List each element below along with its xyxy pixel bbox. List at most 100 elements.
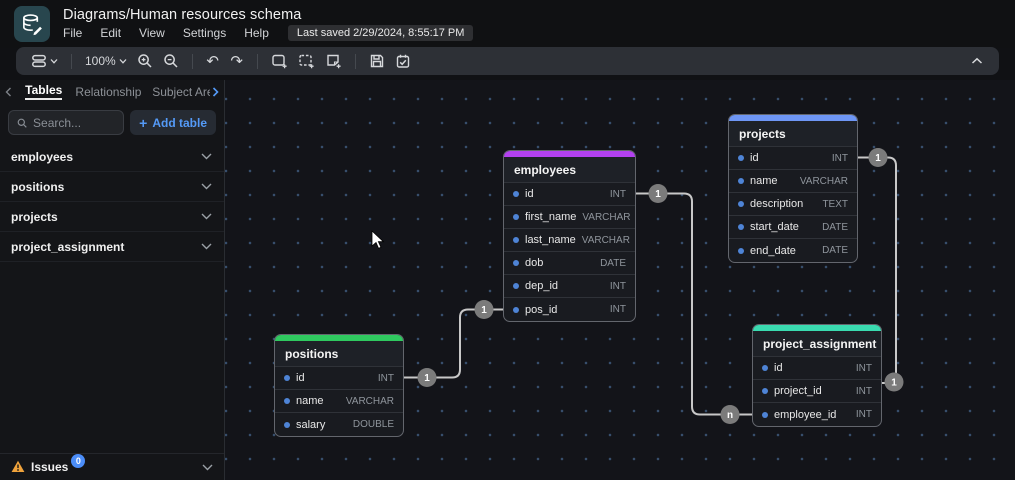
field-row-description[interactable]: description TEXT — [729, 193, 857, 216]
add-subject-area-button[interactable] — [293, 50, 320, 72]
add-note-button[interactable] — [320, 50, 347, 72]
field-name: first_name — [525, 211, 577, 223]
table-title: project_assignment — [753, 331, 881, 357]
field-name: project_id — [774, 385, 822, 397]
relationship-positions-id-to-employees-pos_id[interactable] — [403, 308, 504, 379]
sidebar-item-project-assignment[interactable]: project_assignment — [0, 232, 224, 262]
chevron-down-icon[interactable] — [201, 213, 212, 220]
field-name: id — [750, 152, 759, 164]
svg-text:1: 1 — [875, 153, 881, 164]
cardinality-label: 1 — [868, 148, 888, 167]
field-name: id — [296, 372, 305, 384]
field-dot-icon — [738, 155, 744, 161]
field-row-pos_id[interactable]: pos_id INT — [504, 298, 635, 321]
field-row-last_name[interactable]: last_name VARCHAR — [504, 229, 635, 252]
field-name: salary — [296, 418, 326, 431]
field-dot-icon — [284, 375, 290, 381]
sidebar-item-positions[interactable]: positions — [0, 172, 224, 202]
field-row-end_date[interactable]: end_date DATE — [729, 239, 857, 262]
cardinality-label: n — [720, 405, 740, 424]
field-row-name[interactable]: name VARCHAR — [275, 390, 403, 413]
svg-text:1: 1 — [424, 373, 430, 384]
chevron-down-icon[interactable] — [201, 153, 212, 160]
diagram-canvas[interactable]: 111n11 employees id INT first_name VARCHAR la… — [225, 80, 1015, 480]
table-card-employees[interactable]: employees id INT first_name VARCHAR last_name… — [503, 150, 636, 322]
save-icon — [370, 54, 383, 68]
issues-bar[interactable]: Issues 0 — [0, 453, 224, 480]
tabs-scroll-left[interactable] — [2, 80, 14, 103]
table-title: employees — [504, 157, 635, 183]
field-row-dob[interactable]: dob DATE — [504, 252, 635, 275]
field-type: VARCHAR — [581, 234, 630, 246]
field-row-id[interactable]: id INT — [729, 147, 857, 170]
table-title: projects — [729, 121, 857, 147]
menu-edit[interactable]: Edit — [91, 25, 130, 41]
table-list: employees positions projects project_ass… — [0, 142, 224, 262]
redo-button[interactable]: ↷ — [225, 50, 249, 72]
save-button[interactable] — [364, 50, 390, 72]
field-type: VARCHAR — [799, 175, 848, 187]
chevron-down-icon — [50, 59, 58, 64]
svg-text:n: n — [727, 410, 733, 421]
page-title: Diagrams/Human resources schema — [63, 7, 302, 23]
field-name: description — [750, 198, 804, 210]
field-row-project_id[interactable]: project_id INT — [753, 380, 881, 403]
field-type: INT — [855, 385, 872, 397]
svg-text:1: 1 — [481, 305, 487, 316]
search-icon — [17, 118, 27, 128]
field-dot-icon — [762, 365, 768, 371]
add-area-icon — [299, 54, 314, 68]
field-row-salary[interactable]: salary DOUBLE — [275, 413, 403, 436]
chevron-down-icon[interactable] — [202, 464, 213, 471]
field-type: INT — [609, 304, 626, 315]
field-row-first_name[interactable]: first_name VARCHAR — [504, 206, 635, 229]
search-input[interactable] — [33, 115, 116, 130]
table-card-project_assignment[interactable]: project_assignment id INT project_id INT empl… — [752, 324, 882, 427]
issues-count-badge: 0 — [71, 454, 86, 468]
toolbar-separator — [191, 53, 193, 69]
tabs-scroll-right[interactable] — [210, 80, 222, 103]
field-row-id[interactable]: id INT — [504, 183, 635, 206]
undo-button[interactable]: ↶ — [201, 50, 225, 72]
field-dot-icon — [513, 283, 519, 289]
tab-tables[interactable]: Tables — [14, 80, 64, 103]
table-card-positions[interactable]: positions id INT name VARCHAR salary DOUBLE — [274, 334, 404, 437]
field-dot-icon — [762, 388, 768, 394]
menu-view[interactable]: View — [130, 25, 174, 41]
field-row-name[interactable]: name VARCHAR — [729, 170, 857, 193]
field-name: end_date — [750, 244, 796, 257]
table-card-projects[interactable]: projects id INT name VARCHAR description TEXT s… — [728, 114, 858, 263]
collapse-toolbar-button[interactable] — [965, 50, 989, 72]
zoom-in-button[interactable] — [132, 50, 158, 72]
chevron-down-icon[interactable] — [201, 183, 212, 190]
zoom-out-button[interactable] — [158, 50, 184, 72]
tab-subject-areas[interactable]: Subject Are — [141, 80, 210, 103]
tab-relationships[interactable]: Relationships — [64, 80, 141, 103]
zoom-level-dropdown[interactable]: 100% — [80, 50, 132, 72]
menu-help[interactable]: Help — [235, 25, 278, 41]
field-dot-icon — [738, 201, 744, 207]
menu-file[interactable]: File — [63, 25, 91, 41]
layout-options-button[interactable] — [26, 50, 63, 72]
zoom-in-icon — [137, 54, 152, 68]
field-row-id[interactable]: id INT — [275, 367, 403, 390]
undo-icon: ↶ — [206, 52, 219, 70]
add-table-button[interactable]: + Add table — [130, 110, 216, 135]
field-row-start_date[interactable]: start_date DATE — [729, 216, 857, 239]
sidebar-item-projects[interactable]: projects — [0, 202, 224, 232]
field-dot-icon — [738, 224, 744, 230]
todo-button[interactable] — [390, 50, 416, 72]
menu-settings[interactable]: Settings — [174, 25, 235, 41]
field-type: VARCHAR — [345, 395, 394, 407]
tab-subject-areas-label: Subject Are — [152, 84, 210, 99]
field-row-id[interactable]: id INT — [753, 357, 881, 380]
field-type: INT — [855, 362, 872, 374]
chevron-down-icon[interactable] — [201, 243, 212, 250]
sidebar-item-employees[interactable]: employees — [0, 142, 224, 172]
add-table-toolbar-button[interactable] — [266, 50, 293, 72]
app-logo[interactable] — [14, 6, 50, 42]
field-type: INT — [609, 280, 626, 292]
toolbar: 100% ↶ ↷ — [16, 47, 999, 75]
field-row-employee_id[interactable]: employee_id INT — [753, 403, 881, 426]
field-row-dep_id[interactable]: dep_id INT — [504, 275, 635, 298]
